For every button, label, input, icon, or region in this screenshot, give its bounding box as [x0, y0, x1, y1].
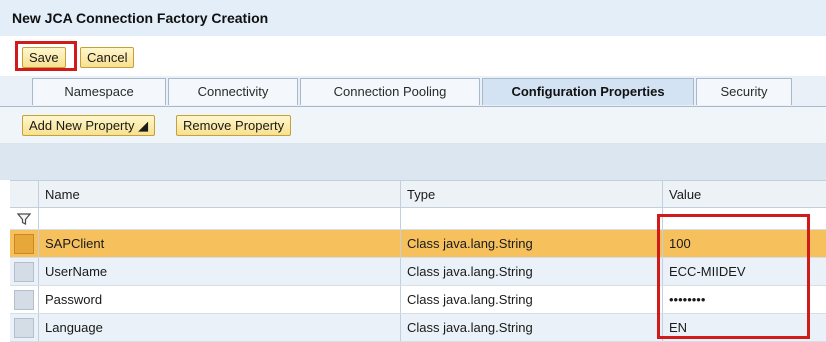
tab-namespace[interactable]: Namespace — [32, 78, 166, 105]
column-header-type[interactable]: Type — [400, 181, 662, 207]
table-header-row: Name Type Value — [10, 180, 826, 208]
window-title: New JCA Connection Factory Creation — [12, 10, 269, 26]
tab-configuration-properties[interactable]: Configuration Properties — [482, 78, 694, 105]
row-selector[interactable] — [10, 258, 38, 285]
remove-property-button[interactable]: Remove Property — [176, 115, 292, 136]
tab-security[interactable]: Security — [696, 78, 792, 105]
row-selector[interactable] — [10, 230, 38, 257]
table-toolbar-band — [0, 143, 826, 180]
cell-type[interactable]: Class java.lang.String — [400, 230, 662, 257]
row-selector-handle[interactable] — [14, 233, 34, 254]
tab-connection-pooling[interactable]: Connection Pooling — [300, 78, 480, 105]
value-column-highlight-box — [657, 214, 810, 339]
filter-toggle[interactable] — [10, 208, 38, 229]
cell-name[interactable]: Password — [38, 286, 400, 313]
filter-type-input[interactable] — [400, 208, 662, 229]
row-selector[interactable] — [10, 314, 38, 341]
cell-type[interactable]: Class java.lang.String — [400, 314, 662, 341]
tab-strip: Namespace Connectivity Connection Poolin… — [0, 76, 826, 107]
row-selector-handle[interactable] — [14, 261, 34, 282]
cell-type[interactable]: Class java.lang.String — [400, 258, 662, 285]
toolbar: Save Cancel — [0, 36, 826, 76]
filter-icon — [17, 212, 31, 225]
property-actions-bar: Add New Property ◢ Remove Property — [0, 107, 826, 143]
cell-name[interactable]: SAPClient — [38, 230, 400, 257]
add-new-property-button[interactable]: Add New Property ◢ — [22, 115, 156, 136]
save-highlight-box — [15, 41, 77, 71]
row-selector-handle[interactable] — [14, 289, 34, 310]
cell-name[interactable]: Language — [38, 314, 400, 341]
row-selector-handle[interactable] — [14, 317, 34, 338]
cancel-button[interactable]: Cancel — [80, 47, 135, 68]
filter-name-input[interactable] — [38, 208, 400, 229]
window-title-bar: New JCA Connection Factory Creation — [0, 0, 826, 37]
cell-name[interactable]: UserName — [38, 258, 400, 285]
cell-type[interactable]: Class java.lang.String — [400, 286, 662, 313]
select-all-header[interactable] — [10, 181, 38, 207]
column-header-value[interactable]: Value — [662, 181, 826, 207]
column-header-name[interactable]: Name — [38, 181, 400, 207]
tab-connectivity[interactable]: Connectivity — [168, 78, 298, 105]
row-selector[interactable] — [10, 286, 38, 313]
